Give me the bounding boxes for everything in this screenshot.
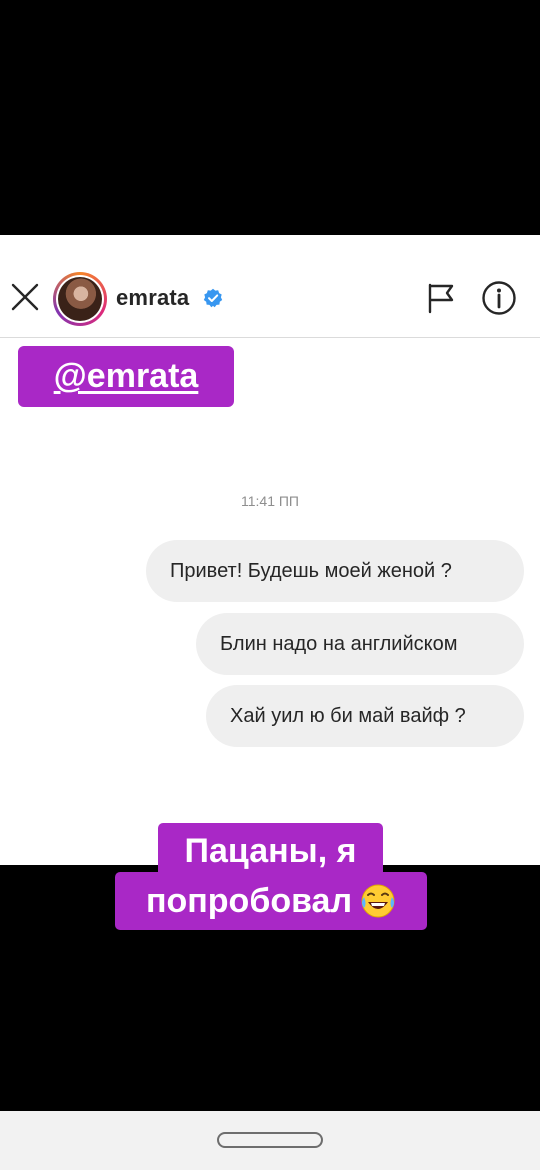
- dm-header: emrata: [0, 235, 540, 338]
- home-indicator[interactable]: [217, 1132, 323, 1148]
- message-text: Блин надо на английском: [220, 632, 458, 655]
- caption-line-1: Пацаны, я: [158, 823, 383, 879]
- flag-icon[interactable]: [424, 282, 456, 314]
- chat-username[interactable]: emrata: [116, 285, 189, 311]
- message-timestamp: 11:41 ПП: [240, 493, 299, 509]
- close-icon[interactable]: [8, 280, 42, 314]
- message-bubble[interactable]: Привет! Будешь моей женой ?: [146, 540, 524, 602]
- system-nav-bar: [0, 1111, 540, 1170]
- message-bubble[interactable]: Хай уил ю би май вайф ?: [206, 685, 524, 747]
- avatar-image: [58, 277, 102, 321]
- message-bubble[interactable]: Блин надо на английском: [196, 613, 524, 675]
- mention-sticker[interactable]: @emrata: [18, 346, 234, 407]
- message-text: Хай уил ю би май вайф ?: [230, 704, 466, 727]
- mention-text: @emrata: [53, 357, 199, 395]
- avatar[interactable]: [53, 272, 107, 326]
- verified-badge-icon: [203, 288, 223, 308]
- caption-line-2: попробовал: [115, 872, 427, 930]
- info-icon[interactable]: [481, 280, 517, 316]
- message-text: Привет! Будешь моей женой ?: [170, 559, 452, 582]
- dm-screenshot: emrata @emrata 11:41 ПП Привет! Будешь м…: [0, 235, 540, 865]
- story-frame: emrata @emrata 11:41 ПП Привет! Будешь м…: [0, 0, 540, 1170]
- caption-text-2: попробовал: [145, 881, 353, 920]
- laughing-emoji-icon: [361, 884, 395, 918]
- caption-text-1: Пацаны, я: [184, 831, 357, 870]
